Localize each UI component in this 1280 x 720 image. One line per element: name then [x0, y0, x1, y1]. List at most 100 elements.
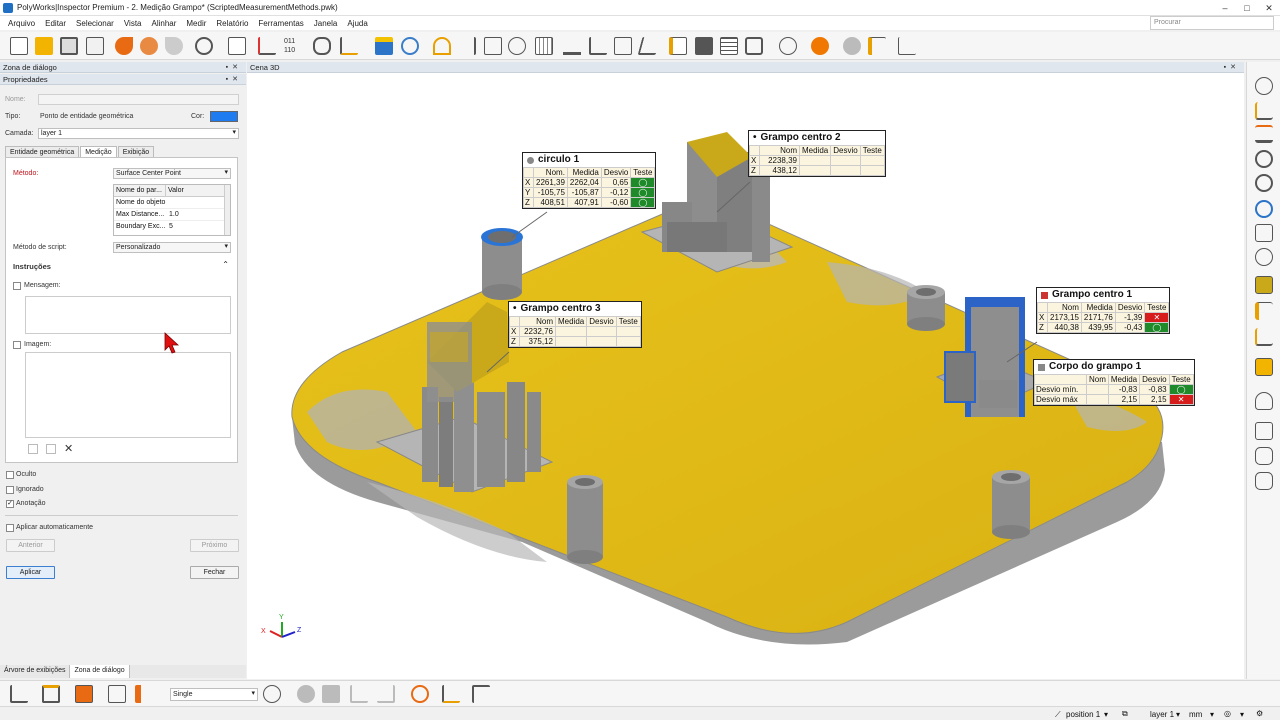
object-view-icon[interactable] [1255, 276, 1273, 294]
next-button[interactable]: Próximo [190, 539, 239, 552]
menu-arquivo[interactable]: Arquivo [8, 19, 35, 28]
chevron-down-icon[interactable]: ▾ [1210, 710, 1214, 719]
menu-editar[interactable]: Editar [45, 19, 66, 28]
brush-icon[interactable] [433, 37, 451, 55]
param-value[interactable]: 1.0 [166, 209, 179, 220]
close-icon[interactable]: ✕ [1230, 64, 1240, 71]
table-row[interactable]: Max Distance... 1.0 [114, 209, 230, 221]
highlight-icon[interactable] [1255, 358, 1273, 376]
feature-icon[interactable] [637, 37, 661, 55]
settings-view-icon[interactable] [1255, 248, 1273, 266]
new-icon[interactable] [10, 37, 28, 55]
probe-view-icon[interactable] [1255, 328, 1273, 346]
rotate-icon[interactable] [1255, 125, 1273, 143]
maximize-button[interactable]: □ [1236, 0, 1258, 16]
annotation-grampo-centro-1[interactable]: Grampo centro 1 Nom Medida Desvio Teste X 21… [1036, 287, 1171, 334]
message-checkbox[interactable] [13, 282, 21, 290]
annotation-corpo-do-grampo-1[interactable]: Corpo do grampo 1 Nom Medida Desvio Teste D… [1033, 359, 1195, 406]
annotation-circulo-1[interactable]: circulo 1 Nom. Medida Desvio Teste X 2261,39… [522, 152, 657, 209]
annotation-grampo-centro-3[interactable]: • Grampo centro 3 Nom Medida Desvio Teste X2… [508, 301, 642, 348]
apply-button[interactable]: Aplicar [6, 566, 55, 579]
probe-mode-icon[interactable] [263, 685, 281, 703]
layer-status[interactable]: layer 1 [1150, 710, 1174, 719]
scrollbar[interactable] [224, 185, 230, 235]
cube-view-icon[interactable] [1255, 224, 1273, 242]
settings-icon[interactable] [195, 37, 213, 55]
load-image-icon[interactable] [46, 444, 56, 454]
measure-icon[interactable] [508, 37, 526, 55]
zoom-fit-icon[interactable] [1255, 150, 1273, 168]
close-button[interactable]: Fechar [190, 566, 239, 579]
axis-tool-icon[interactable] [10, 685, 28, 703]
chart-icon[interactable] [898, 37, 916, 55]
cylinder-front-right[interactable] [992, 470, 1030, 539]
table-row[interactable]: Nome do objeto [114, 197, 230, 209]
undo-menu-icon[interactable] [140, 37, 158, 55]
script-method-select[interactable]: Personalizado ▾ [113, 242, 231, 253]
copy-icon[interactable] [228, 37, 246, 55]
image-checkbox[interactable] [13, 341, 21, 349]
fit-icon[interactable] [442, 685, 460, 703]
light-icon[interactable] [1255, 447, 1273, 465]
tab-tree-view[interactable]: Árvore de exibições [0, 665, 71, 678]
ruler-tool-icon[interactable] [75, 685, 93, 703]
image-box[interactable] [25, 352, 231, 438]
menu-medir[interactable]: Medir [186, 19, 206, 28]
forward-icon[interactable] [377, 685, 395, 703]
layer-select[interactable]: layer 1 ▾ [38, 128, 239, 139]
menu-relatorio[interactable]: Relatório [216, 19, 248, 28]
menu-janela[interactable]: Janela [314, 19, 338, 28]
clip-icon[interactable] [1255, 422, 1273, 440]
table-row[interactable]: Boundary Exc... 5 [114, 221, 230, 233]
save-icon[interactable] [60, 37, 78, 55]
chevron-down-icon[interactable]: ▾ [1104, 710, 1108, 719]
delete-image-icon[interactable]: ✕ [64, 442, 73, 455]
back-icon[interactable] [350, 685, 368, 703]
close-icon[interactable]: ✕ [232, 76, 242, 83]
zoom-icon[interactable] [1255, 77, 1273, 95]
play-icon[interactable] [811, 37, 829, 55]
menu-ajuda[interactable]: Ajuda [347, 19, 367, 28]
binary-icon[interactable]: 011 110 [284, 37, 302, 55]
surface-icon[interactable] [563, 37, 581, 55]
redo-icon[interactable] [165, 37, 183, 55]
record-icon[interactable] [297, 685, 315, 703]
menu-ferramentas[interactable]: Ferramentas [258, 19, 303, 28]
line-icon[interactable] [458, 37, 476, 55]
snapshot-icon[interactable] [695, 37, 713, 55]
transform-icon[interactable] [472, 685, 490, 703]
pan-icon[interactable] [1255, 102, 1273, 120]
sequence-icon[interactable] [868, 37, 886, 55]
collapse-icon[interactable]: ⌃ [222, 260, 229, 269]
stop-icon[interactable] [843, 37, 861, 55]
auto-apply-checkbox[interactable] [6, 524, 14, 532]
cylinder-circle-1[interactable] [481, 228, 523, 300]
undo-icon[interactable] [115, 37, 133, 55]
menu-alinhar[interactable]: Alinhar [151, 19, 176, 28]
minimize-button[interactable]: – [1214, 0, 1236, 16]
hidden-checkbox[interactable] [6, 471, 14, 479]
table-icon[interactable] [720, 37, 738, 55]
ignored-checkbox[interactable] [6, 486, 14, 494]
close-icon[interactable]: ✕ [232, 64, 242, 71]
annotation-view-icon[interactable] [1255, 302, 1273, 320]
close-window-button[interactable]: ✕ [1258, 0, 1280, 16]
menu-selecionar[interactable]: Selecionar [76, 19, 114, 28]
param-value[interactable]: 5 [166, 221, 173, 233]
select-icon[interactable] [401, 37, 419, 55]
grid-icon[interactable] [535, 37, 553, 55]
name-field[interactable] [38, 94, 239, 105]
target-icon[interactable] [411, 685, 429, 703]
probe-icon[interactable] [258, 37, 276, 55]
section-icon[interactable] [589, 37, 607, 55]
chevron-down-icon[interactable]: ▾ [1176, 710, 1180, 719]
target-status-icon[interactable]: ◎ [1224, 709, 1231, 718]
gauge-icon[interactable] [614, 37, 632, 55]
pick-tool-icon[interactable] [135, 685, 153, 703]
param-value[interactable] [166, 197, 169, 208]
tab-dialog-zone[interactable]: Zona de diálogo [70, 665, 130, 678]
hand-icon[interactable] [1255, 392, 1273, 410]
stop-record-icon[interactable] [322, 685, 340, 703]
object-icon[interactable] [375, 37, 393, 55]
macro-icon[interactable] [779, 37, 797, 55]
